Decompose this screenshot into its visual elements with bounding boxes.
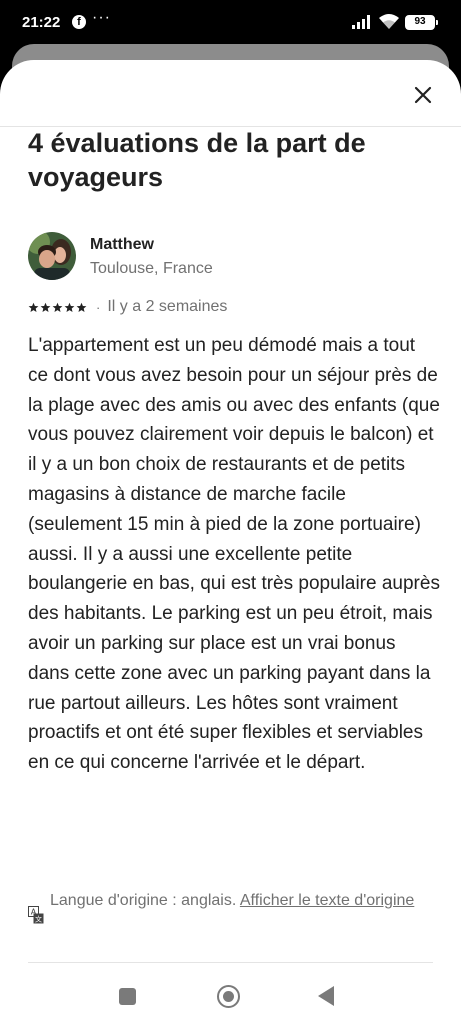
reviewer-name[interactable]: Matthew [90,236,154,254]
more-notifications-icon: ··· [92,9,111,26]
star-icon [40,302,51,312]
avatar[interactable] [28,232,76,280]
recent-apps-button[interactable] [119,988,136,1005]
star-icon [28,302,39,312]
star-icon [64,302,75,312]
svg-text:文: 文 [35,915,42,924]
reviews-modal: 4 évaluations de la part de voyageurs Ma… [0,60,461,1024]
rating-row: · Il y a 2 semaines [28,297,227,317]
cellular-signal-icon [352,15,370,29]
reviewer-location: Toulouse, France [90,260,213,277]
wifi-icon [379,14,399,29]
status-time: 21:22 [22,14,61,31]
show-original-link[interactable]: Afficher le texte d'origine [240,892,414,909]
star-rating [28,302,87,313]
navigation-bar [0,964,461,1024]
close-icon[interactable] [408,80,438,110]
review-divider [28,962,433,963]
translation-note: Langue d'origine : anglais. Afficher le … [50,886,420,916]
avatar-photo [28,232,76,280]
star-icon [76,302,87,312]
review-text: L'appartement est un peu démodé mais a t… [28,335,440,774]
home-button[interactable] [217,985,240,1008]
review-date: Il y a 2 semaines [107,298,228,315]
status-bar: 21:22 f ··· 93 [0,0,461,46]
translate-icon: A 文 [28,906,44,924]
star-icon [52,302,63,312]
separator-dot: · [96,299,101,315]
facebook-notification-icon: f [72,15,86,29]
reviews-title: 4 évaluations de la part de voyageurs [28,128,366,192]
translation-language: Langue d'origine : anglais. [50,892,237,909]
battery-icon: 93 [405,15,438,30]
back-button[interactable] [318,986,334,1006]
